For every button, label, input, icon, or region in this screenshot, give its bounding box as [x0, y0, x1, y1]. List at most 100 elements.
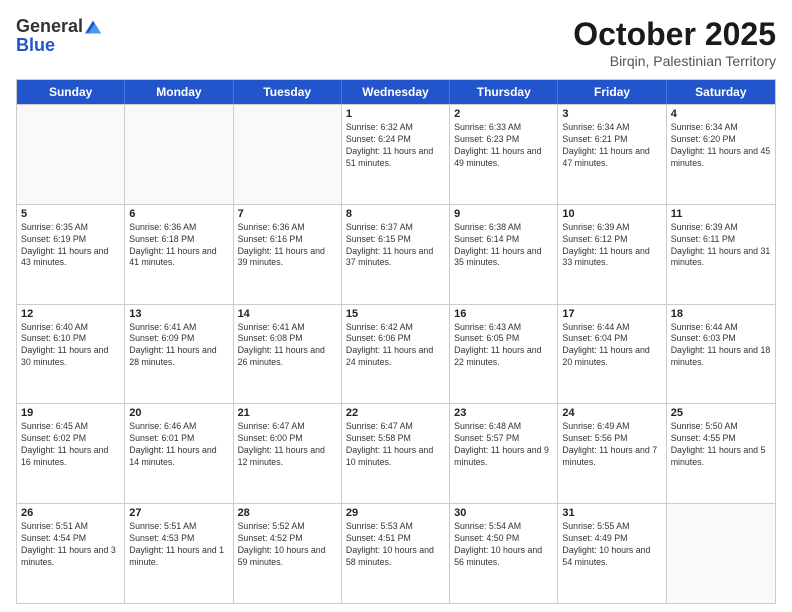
- cell-info: Sunrise: 5:52 AMSunset: 4:52 PMDaylight:…: [238, 521, 337, 569]
- cal-cell: 4Sunrise: 6:34 AMSunset: 6:20 PMDaylight…: [667, 105, 775, 204]
- cell-info: Sunrise: 6:33 AMSunset: 6:23 PMDaylight:…: [454, 122, 553, 170]
- day-number: 18: [671, 308, 771, 320]
- cal-row-2: 12 Sunrise: 6:40 AMSunset: 6:10 PMDayligh…: [17, 304, 775, 404]
- day-number: 10: [562, 208, 661, 220]
- weekday-saturday: Saturday: [667, 80, 775, 104]
- cal-cell: 8 Sunrise: 6:37 AMSunset: 6:15 PMDaylight…: [342, 205, 450, 304]
- cell-info: Sunrise: 6:38 AMSunset: 6:14 PMDaylight:…: [454, 222, 553, 270]
- weekday-wednesday: Wednesday: [342, 80, 450, 104]
- cal-cell: 6 Sunrise: 6:36 AMSunset: 6:18 PMDaylight…: [125, 205, 233, 304]
- cell-info: Sunrise: 6:34 AMSunset: 6:21 PMDaylight:…: [562, 122, 661, 170]
- cell-info: Sunrise: 6:37 AMSunset: 6:15 PMDaylight:…: [346, 222, 445, 270]
- weekday-sunday: Sunday: [17, 80, 125, 104]
- cal-cell: 31 Sunrise: 5:55 AMSunset: 4:49 PMDayligh…: [558, 504, 666, 603]
- logo-general: General: [16, 16, 83, 37]
- cal-cell: 3 Sunrise: 6:34 AMSunset: 6:21 PMDaylight…: [558, 105, 666, 204]
- day-number: 6: [129, 208, 228, 220]
- cal-cell: 29 Sunrise: 5:53 AMSunset: 4:51 PMDayligh…: [342, 504, 450, 603]
- day-number: 5: [21, 208, 120, 220]
- cal-cell: 18Sunrise: 6:44 AMSunset: 6:03 PMDayligh…: [667, 305, 775, 404]
- cal-cell: [234, 105, 342, 204]
- cell-info: Sunrise: 6:43 AMSunset: 6:05 PMDaylight:…: [454, 322, 553, 370]
- day-number: 22: [346, 407, 445, 419]
- day-number: 29: [346, 507, 445, 519]
- day-number: 21: [238, 407, 337, 419]
- calendar-body: 1 Sunrise: 6:32 AMSunset: 6:24 PMDaylight…: [17, 104, 775, 603]
- day-number: 31: [562, 507, 661, 519]
- cal-cell: 5 Sunrise: 6:35 AMSunset: 6:19 PMDaylight…: [17, 205, 125, 304]
- day-number: 30: [454, 507, 553, 519]
- cell-info: Sunrise: 6:39 AMSunset: 6:11 PMDaylight:…: [671, 222, 771, 270]
- day-number: 27: [129, 507, 228, 519]
- day-number: 8: [346, 208, 445, 220]
- cal-cell: 11Sunrise: 6:39 AMSunset: 6:11 PMDayligh…: [667, 205, 775, 304]
- cal-cell: 30 Sunrise: 5:54 AMSunset: 4:50 PMDayligh…: [450, 504, 558, 603]
- day-number: 26: [21, 507, 120, 519]
- cell-info: Sunrise: 5:51 AMSunset: 4:53 PMDaylight:…: [129, 521, 228, 569]
- day-number: 7: [238, 208, 337, 220]
- cal-cell: 14Sunrise: 6:41 AMSunset: 6:08 PMDayligh…: [234, 305, 342, 404]
- cal-row-1: 5 Sunrise: 6:35 AMSunset: 6:19 PMDaylight…: [17, 204, 775, 304]
- cal-cell: 15 Sunrise: 6:42 AMSunset: 6:06 PMDayligh…: [342, 305, 450, 404]
- logo-icon: [85, 19, 101, 35]
- cell-info: Sunrise: 5:53 AMSunset: 4:51 PMDaylight:…: [346, 521, 445, 569]
- cell-info: Sunrise: 6:47 AMSunset: 6:00 PMDaylight:…: [238, 421, 337, 469]
- calendar: Sunday Monday Tuesday Wednesday Thursday…: [16, 79, 776, 604]
- cal-row-4: 26 Sunrise: 5:51 AMSunset: 4:54 PMDayligh…: [17, 503, 775, 603]
- cell-info: Sunrise: 6:34 AMSunset: 6:20 PMDaylight:…: [671, 122, 771, 170]
- cell-info: Sunrise: 6:32 AMSunset: 6:24 PMDaylight:…: [346, 122, 445, 170]
- day-number: 16: [454, 308, 553, 320]
- cal-cell: 21 Sunrise: 6:47 AMSunset: 6:00 PMDayligh…: [234, 404, 342, 503]
- cal-cell: 19 Sunrise: 6:45 AMSunset: 6:02 PMDayligh…: [17, 404, 125, 503]
- logo-blue: Blue: [16, 35, 55, 55]
- cal-cell: 2Sunrise: 6:33 AMSunset: 6:23 PMDaylight…: [450, 105, 558, 204]
- cal-cell: 28 Sunrise: 5:52 AMSunset: 4:52 PMDayligh…: [234, 504, 342, 603]
- cal-row-3: 19 Sunrise: 6:45 AMSunset: 6:02 PMDayligh…: [17, 403, 775, 503]
- cal-cell: [125, 105, 233, 204]
- cell-info: Sunrise: 6:49 AMSunset: 5:56 PMDaylight:…: [562, 421, 661, 469]
- day-number: 15: [346, 308, 445, 320]
- cal-cell: 25 Sunrise: 5:50 AMSunset: 4:55 PMDayligh…: [667, 404, 775, 503]
- cal-cell: 1 Sunrise: 6:32 AMSunset: 6:24 PMDaylight…: [342, 105, 450, 204]
- cell-info: Sunrise: 5:51 AMSunset: 4:54 PMDaylight:…: [21, 521, 120, 569]
- cal-cell: [17, 105, 125, 204]
- title-block: October 2025 Birqin, Palestinian Territo…: [573, 16, 776, 69]
- cal-cell: 17 Sunrise: 6:44 AMSunset: 6:04 PMDayligh…: [558, 305, 666, 404]
- day-number: 23: [454, 407, 553, 419]
- day-number: 24: [562, 407, 661, 419]
- day-number: 25: [671, 407, 771, 419]
- cal-cell: 7Sunrise: 6:36 AMSunset: 6:16 PMDaylight…: [234, 205, 342, 304]
- day-number: 3: [562, 108, 661, 120]
- cell-info: Sunrise: 6:45 AMSunset: 6:02 PMDaylight:…: [21, 421, 120, 469]
- cal-cell: 23Sunrise: 6:48 AMSunset: 5:57 PMDayligh…: [450, 404, 558, 503]
- cell-info: Sunrise: 5:54 AMSunset: 4:50 PMDaylight:…: [454, 521, 553, 569]
- cal-cell: 12 Sunrise: 6:40 AMSunset: 6:10 PMDayligh…: [17, 305, 125, 404]
- cell-info: Sunrise: 6:39 AMSunset: 6:12 PMDaylight:…: [562, 222, 661, 270]
- logo-text: General: [16, 16, 101, 37]
- cal-cell: 9 Sunrise: 6:38 AMSunset: 6:14 PMDaylight…: [450, 205, 558, 304]
- day-number: 9: [454, 208, 553, 220]
- cal-cell: 13 Sunrise: 6:41 AMSunset: 6:09 PMDayligh…: [125, 305, 233, 404]
- day-number: 17: [562, 308, 661, 320]
- cell-info: Sunrise: 6:41 AMSunset: 6:09 PMDaylight:…: [129, 322, 228, 370]
- cell-info: Sunrise: 6:47 AMSunset: 5:58 PMDaylight:…: [346, 421, 445, 469]
- cal-cell: 22 Sunrise: 6:47 AMSunset: 5:58 PMDayligh…: [342, 404, 450, 503]
- cell-info: Sunrise: 6:40 AMSunset: 6:10 PMDaylight:…: [21, 322, 120, 370]
- cell-info: Sunrise: 6:36 AMSunset: 6:18 PMDaylight:…: [129, 222, 228, 270]
- cell-info: Sunrise: 6:35 AMSunset: 6:19 PMDaylight:…: [21, 222, 120, 270]
- day-number: 28: [238, 507, 337, 519]
- title-month: October 2025: [573, 16, 776, 53]
- cal-cell: 27 Sunrise: 5:51 AMSunset: 4:53 PMDayligh…: [125, 504, 233, 603]
- logo: General Blue: [16, 16, 101, 56]
- day-number: 13: [129, 308, 228, 320]
- cell-info: Sunrise: 5:55 AMSunset: 4:49 PMDaylight:…: [562, 521, 661, 569]
- weekday-monday: Monday: [125, 80, 233, 104]
- cell-info: Sunrise: 6:44 AMSunset: 6:04 PMDaylight:…: [562, 322, 661, 370]
- day-number: 12: [21, 308, 120, 320]
- day-number: 1: [346, 108, 445, 120]
- day-number: 19: [21, 407, 120, 419]
- cell-info: Sunrise: 5:50 AMSunset: 4:55 PMDaylight:…: [671, 421, 771, 469]
- cell-info: Sunrise: 6:42 AMSunset: 6:06 PMDaylight:…: [346, 322, 445, 370]
- cell-info: Sunrise: 6:46 AMSunset: 6:01 PMDaylight:…: [129, 421, 228, 469]
- cal-row-0: 1 Sunrise: 6:32 AMSunset: 6:24 PMDaylight…: [17, 104, 775, 204]
